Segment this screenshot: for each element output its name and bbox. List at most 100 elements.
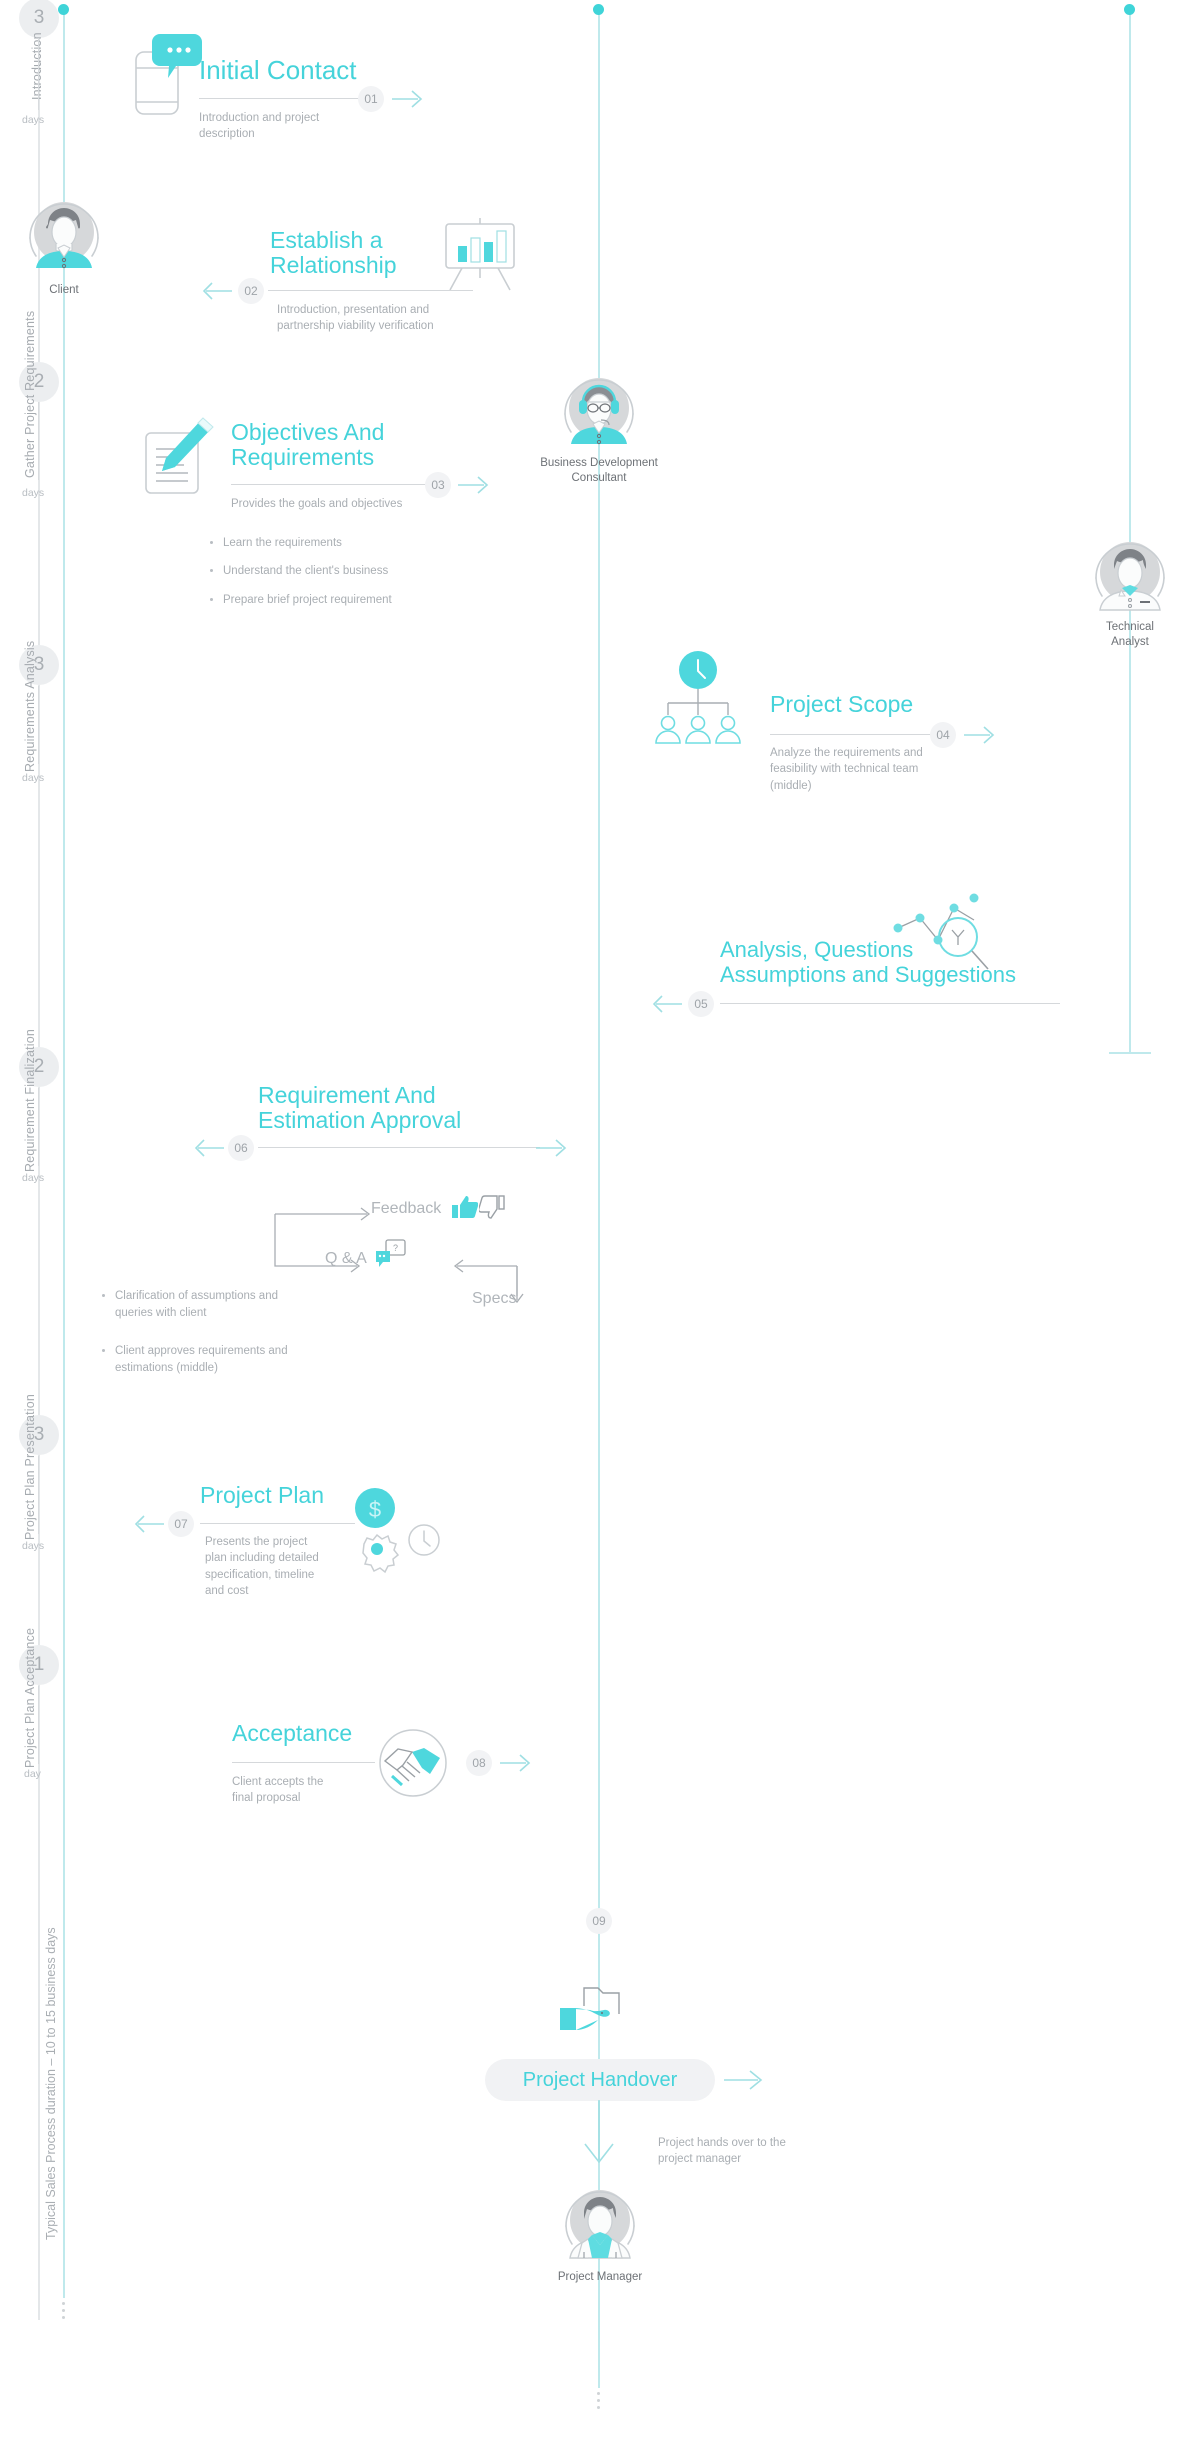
bullet-text: Client approves requirements and estimat… [115, 1344, 288, 1374]
bullet-text: Understand the client's business [223, 565, 389, 578]
step-title-03: Objectives And Requirements [231, 420, 384, 469]
phase-tick-5 [38, 1456, 39, 1534]
qa-chat-icon: ? [376, 1239, 406, 1267]
list-item: Clarification of assumptions and queries… [115, 1288, 400, 1323]
mobile-chat-icon [135, 34, 202, 115]
document-pencil-icon [145, 417, 214, 494]
step-arrow-right-01 [392, 90, 423, 108]
step-number-05: 05 [688, 991, 714, 1017]
phase-days-4: days [22, 1172, 44, 1184]
handshake-icon [379, 1729, 447, 1797]
step-number-text: 08 [472, 1756, 486, 1770]
step-desc-02: Introduction, presentation and partnersh… [277, 302, 527, 335]
avatar-label-text: Business Development Consultant [540, 457, 658, 484]
phase-days-text: days [22, 1540, 45, 1552]
avatar-technical-analyst [1095, 542, 1165, 611]
step-number-03: 03 [425, 472, 451, 498]
phase-label-text: Introduction [30, 32, 44, 100]
phase-tick-4 [38, 1088, 39, 1166]
avatar-business-development-consultant [564, 378, 634, 445]
step-arrow-left-05 [652, 995, 682, 1013]
step-desc-text: Provides the goals and objectives [231, 498, 403, 510]
step-number-text: 05 [694, 997, 708, 1011]
phase-days-text: days [22, 487, 45, 499]
team-hierarchy-clock-icon [655, 651, 741, 744]
phase-label-1: Introduction [30, 32, 44, 100]
step-desc-text: Introduction, presentation and partnersh… [277, 304, 434, 333]
step-title-text: Requirement And Estimation Approval [258, 1082, 462, 1133]
avatar-label-text: Client [49, 284, 79, 296]
phase-badge-value: 3 [33, 7, 45, 28]
step-title-text: Acceptance [232, 1720, 353, 1746]
step-title-04: Project Scope [770, 692, 913, 717]
step-arrow-right-03 [458, 476, 489, 494]
step-number-text: 09 [592, 1914, 606, 1928]
phase-days-text: days [22, 114, 45, 126]
phase-tick-6 [38, 1686, 39, 1764]
presentation-board-icon [445, 218, 515, 291]
svg-text:?: ? [393, 1243, 398, 1253]
avatar-label-client: Client [0, 283, 154, 298]
analyst-rail-end-cap [1109, 1052, 1151, 1054]
step-rule-02 [268, 290, 473, 291]
phase-label-2: Gather Project Requirements [23, 311, 37, 478]
thumbs-down-icon [479, 1195, 505, 1219]
step-rule-01 [199, 98, 364, 99]
step-bullets-03: Learn the requirements Understand the cl… [208, 535, 498, 620]
list-item: Learn the requirements [223, 535, 498, 552]
project-handover-pill[interactable]: Project Handover [485, 2059, 715, 2101]
list-item: Client approves requirements and estimat… [115, 1343, 400, 1378]
step-title-text: Objectives And Requirements [231, 419, 385, 470]
step-rule-07 [200, 1523, 355, 1524]
step-desc-04: Analyze the requirements and feasibility… [770, 745, 970, 794]
step-desc-text: Introduction and project description [199, 112, 320, 141]
handover-down-arrow [584, 2100, 614, 2164]
center-rail-dots [597, 2392, 600, 2409]
step-desc-text: Client accepts the final proposal [232, 1776, 324, 1805]
avatar-project-manager [565, 2190, 635, 2259]
step-title-06: Requirement And Estimation Approval [258, 1083, 461, 1132]
step-number-text: 02 [244, 284, 258, 298]
step-desc-03: Provides the goals and objectives [231, 496, 481, 512]
avatar-label-text: Project Manager [557, 2271, 643, 2283]
step-rule-05 [720, 1003, 1060, 1004]
handover-note: Project hands over to the project manage… [658, 2135, 868, 2168]
qa-text: Q & A [325, 1250, 367, 1267]
step-number-01: 01 [358, 86, 384, 112]
phase-days-2: days [22, 487, 44, 499]
step-number-text: 03 [431, 478, 445, 492]
step-number-02: 02 [238, 278, 264, 304]
step-arrow-left-06 [194, 1139, 224, 1157]
phase-label-text: Gather Project Requirements [23, 310, 37, 478]
phase-days-text: days [22, 1172, 45, 1184]
step-desc-text: Analyze the requirements and feasibility… [770, 747, 923, 792]
phase-days-6: day [24, 1768, 41, 1780]
svg-text:$: $ [369, 1497, 381, 1522]
phase-tick-1 [38, 38, 39, 110]
step-rule-04 [770, 734, 935, 735]
client-rail-dots [62, 2302, 65, 2319]
dollar-gear-clock-icon: $ [355, 1488, 440, 1574]
list-item: Understand the client's business [223, 563, 498, 580]
client-rail [63, 8, 65, 2298]
phase-days-5: days [22, 1540, 44, 1552]
phase-tick-2 [38, 402, 39, 480]
step-desc-08: Client accepts the final proposal [232, 1774, 392, 1807]
client-rail-top-dot [58, 4, 69, 15]
handover-note-text: Project hands over to the project manage… [658, 2137, 786, 2166]
center-rail-top-dot [593, 4, 604, 15]
step-number-09: 09 [586, 1908, 612, 1934]
phase-days-1: days [22, 114, 44, 126]
step-title-02: Establish a Relationship [270, 228, 397, 277]
step-title-01: Initial Contact [199, 56, 357, 85]
hand-folder-icon [560, 1987, 620, 2030]
phase-label-text: Project Plan Acceptance [23, 1627, 37, 1768]
sales-process-infographic: 3 Introduction days 2 Gather Project Req… [0, 0, 1200, 2458]
step-title-text: Establish a Relationship [270, 227, 397, 278]
list-item: Prepare brief project requirement [223, 592, 498, 609]
step-number-06: 06 [228, 1135, 254, 1161]
handover-arrow-right [724, 2070, 763, 2090]
step-desc-07: Presents the project plan including deta… [205, 1534, 357, 1599]
phase-label-6: Project Plan Acceptance [23, 1628, 37, 1768]
phase-label-text: Requirements Analysis [23, 640, 37, 772]
